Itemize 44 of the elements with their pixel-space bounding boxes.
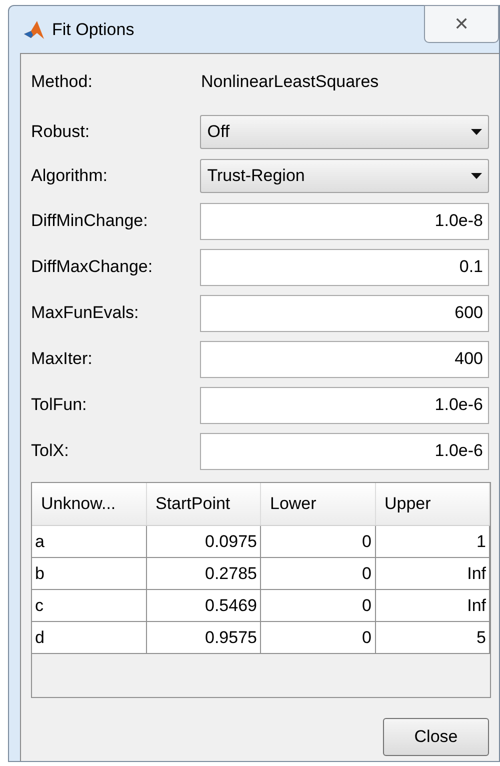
table-cell: b: [32, 558, 146, 589]
input-field[interactable]: 0.1: [200, 248, 489, 286]
input-field[interactable]: 400: [200, 340, 489, 378]
option-label: DiffMinChange:: [31, 210, 149, 232]
method-value: NonlinearLeastSquares: [201, 71, 379, 94]
dropdown[interactable]: Trust-Region: [200, 159, 489, 193]
table-cell: 0: [261, 622, 376, 653]
close-button[interactable]: Close: [383, 718, 489, 756]
option-label: DiffMaxChange:: [31, 256, 154, 278]
window-title: Fit Options: [52, 18, 134, 41]
dropdown[interactable]: Off: [200, 115, 489, 149]
column-header[interactable]: StartPoint: [146, 483, 261, 525]
table-cell: Inf: [376, 558, 490, 589]
caret-icon: [471, 173, 482, 179]
option-label: MaxIter:: [31, 348, 94, 370]
table-cell: Inf: [376, 590, 490, 621]
close-button[interactable]: ✕: [424, 5, 499, 43]
option-label: TolFun:: [31, 394, 88, 416]
table-cell: c: [32, 590, 146, 621]
table-cell: d: [32, 622, 146, 653]
input-field[interactable]: 1.0e-6: [200, 386, 489, 424]
caret-icon: [471, 129, 482, 135]
table-cell: 0.9575: [146, 622, 261, 653]
table-cell: 0.0975: [146, 526, 261, 557]
input-field[interactable]: 1.0e-8: [200, 202, 489, 240]
option-label: TolX:: [31, 440, 70, 462]
option-label: MaxFunEvals:: [31, 302, 140, 324]
option-label: Robust:: [31, 121, 91, 144]
column-header[interactable]: Lower: [261, 483, 376, 525]
column-header[interactable]: Unknow...: [32, 483, 146, 525]
peak-logo-icon: [23, 18, 45, 40]
table-cell: 0: [261, 558, 376, 589]
table-cell: 0: [261, 590, 376, 621]
input-field[interactable]: 1.0e-6: [200, 432, 489, 470]
table-cell: a: [32, 526, 146, 557]
input-field[interactable]: 600: [200, 294, 489, 332]
column-header[interactable]: Upper: [376, 483, 490, 525]
table-cell: 0.5469: [146, 590, 261, 621]
table-cell: 1: [376, 526, 490, 557]
table-cell: 5: [376, 622, 490, 653]
table-cell: 0.2785: [146, 558, 261, 589]
table-cell: 0: [261, 526, 376, 557]
option-label: Method:: [31, 71, 94, 94]
option-label: Algorithm:: [31, 165, 109, 188]
